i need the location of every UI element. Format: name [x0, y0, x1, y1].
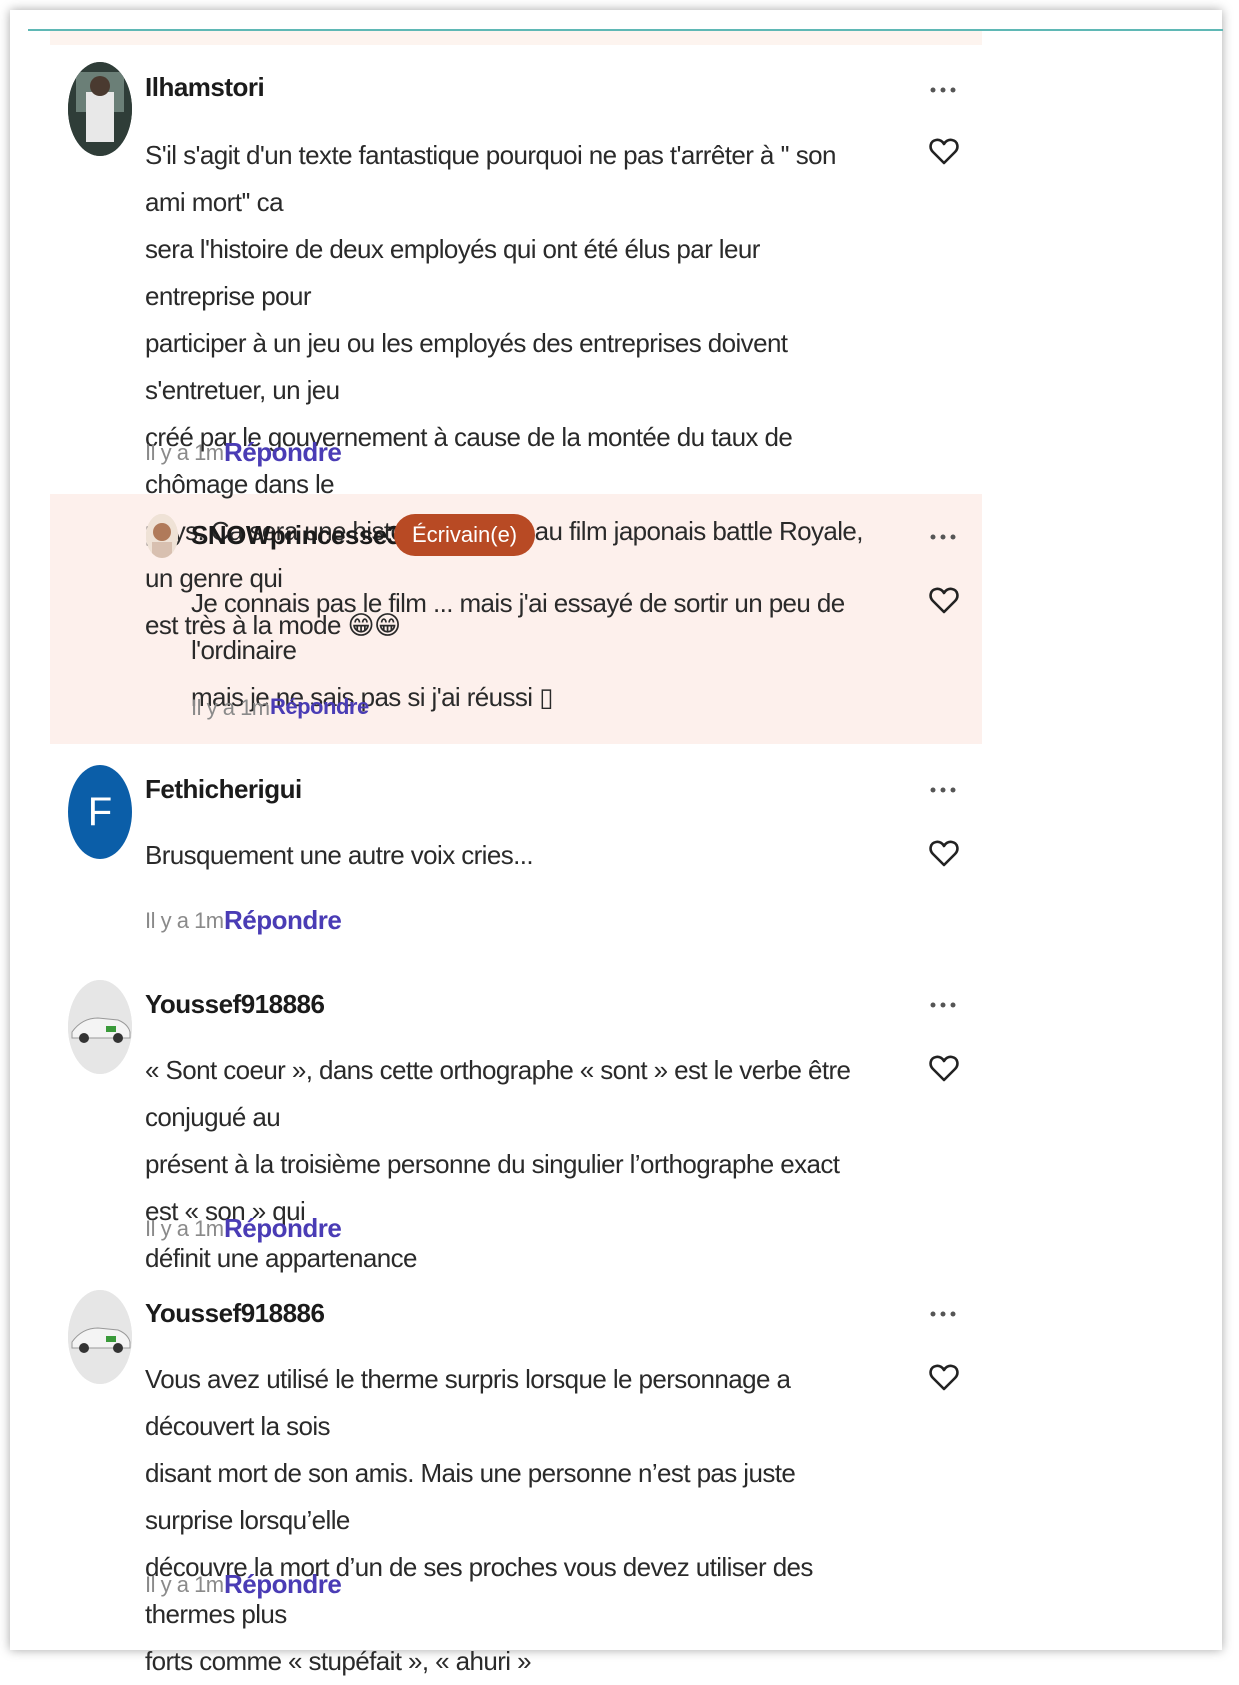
more-options-icon[interactable]: [930, 86, 956, 94]
reply-button[interactable]: Répondre: [224, 1569, 342, 1600]
avatar-photo: [68, 980, 132, 1074]
reply-button[interactable]: Répondre: [224, 1213, 342, 1244]
timestamp: Il y a 1m: [145, 1216, 224, 1241]
timestamp: Il y a 1m: [145, 908, 224, 933]
avatar-photo: [68, 1290, 132, 1384]
avatar[interactable]: [68, 1290, 132, 1384]
avatar[interactable]: [146, 514, 178, 558]
comment-text: « Sont coeur », dans cette orthographe «…: [145, 1055, 851, 1273]
username[interactable]: Ilhamstori: [145, 72, 265, 103]
comment-text: Vous avez utilisé le therme surpris lors…: [145, 1364, 813, 1676]
reply-button[interactable]: Répondre: [224, 905, 342, 936]
more-options-icon[interactable]: [930, 786, 956, 794]
username[interactable]: Fethicherigui: [145, 774, 302, 805]
avatar-photo: [146, 514, 178, 558]
comment-text: Brusquement une autre voix cries...: [145, 840, 534, 870]
more-options-icon[interactable]: [930, 1001, 956, 1009]
avatar-photo: [68, 62, 132, 156]
avatar[interactable]: [68, 62, 132, 156]
more-options-icon[interactable]: [930, 533, 956, 541]
reply-button[interactable]: Répondre: [270, 694, 369, 720]
avatar[interactable]: F: [68, 765, 132, 859]
heart-icon[interactable]: [929, 136, 959, 166]
timestamp: Il y a 1m: [145, 440, 224, 465]
heart-icon[interactable]: [929, 1053, 959, 1083]
comment-text: S'il s'agit d'un texte fantastique pourq…: [145, 140, 864, 640]
heart-icon[interactable]: [929, 585, 959, 615]
writer-badge: Écrivain(e): [394, 514, 536, 556]
timestamp: Il y a 1m: [145, 1572, 224, 1597]
highlight-strip: [50, 31, 982, 45]
avatar[interactable]: [68, 980, 132, 1074]
more-options-icon[interactable]: [930, 1310, 956, 1318]
heart-icon[interactable]: [929, 838, 959, 868]
timestamp: Il y a 1m: [191, 695, 270, 720]
username[interactable]: Youssef918886: [145, 989, 325, 1020]
heart-icon[interactable]: [929, 1362, 959, 1392]
reply-button[interactable]: Répondre: [224, 437, 342, 468]
username[interactable]: Youssef918886: [145, 1298, 325, 1329]
